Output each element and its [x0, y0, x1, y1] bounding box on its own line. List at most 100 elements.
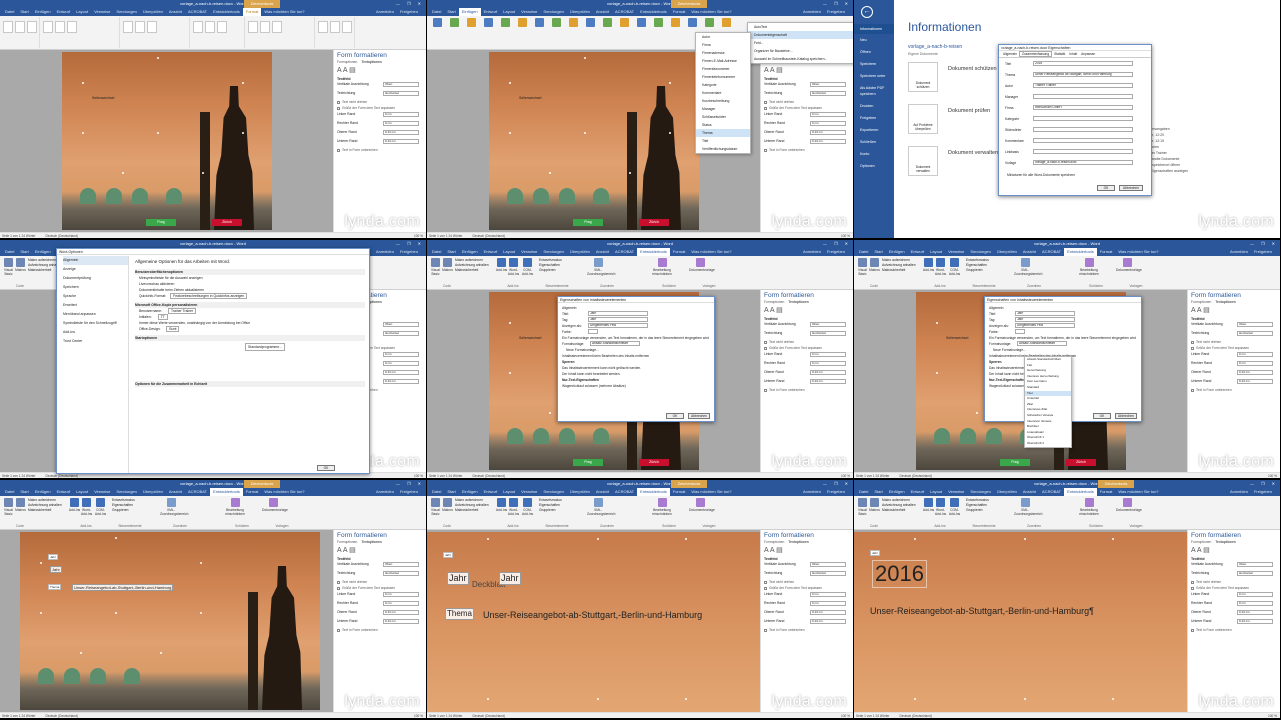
tab-layout[interactable]: Layout: [73, 8, 91, 16]
selection-handle[interactable]: [1024, 538, 1026, 540]
tab-start[interactable]: Start: [17, 488, 31, 496]
selection-handle[interactable]: [509, 372, 511, 374]
format-row-value[interactable]: Horizontal: [383, 331, 419, 336]
tab-ansicht[interactable]: Ansicht: [1020, 248, 1039, 256]
ribbon-button[interactable]: [27, 21, 37, 33]
ribbon-button[interactable]: [15, 21, 25, 33]
tab-ansicht[interactable]: Ansicht: [593, 248, 612, 256]
tab-start[interactable]: Start: [17, 8, 31, 16]
options-nav-item[interactable]: Sprache: [63, 292, 128, 301]
tab-acrobat[interactable]: ACROBAT: [612, 248, 637, 256]
checkbox-box[interactable]: [337, 580, 340, 584]
tab-text-options[interactable]: Textoptionen: [361, 540, 381, 544]
format-row-value[interactable]: 0 cm: [1237, 352, 1273, 357]
ribbon-button-bearbeitung-einschr-nken[interactable]: Bearbeitung einschränken: [651, 258, 673, 278]
tab-format[interactable]: Format: [670, 8, 689, 16]
ribbon-button[interactable]: [482, 18, 494, 38]
tab-text-options[interactable]: Textoptionen: [1215, 540, 1235, 544]
format-checkbox[interactable]: Text in Form umbrechen: [337, 147, 426, 153]
format-row-value[interactable]: 0,13 cm: [810, 610, 846, 615]
tab-ansicht[interactable]: Ansicht: [166, 8, 185, 16]
language-indicator[interactable]: Deutsch (Deutschland): [473, 714, 505, 718]
cc-thema-tag[interactable]: Thema: [445, 608, 474, 620]
word-count[interactable]: Seite 1 von 1 24 Wörter: [429, 714, 463, 718]
control-gruppieren[interactable]: Gruppieren: [966, 268, 1010, 273]
selection-handle[interactable]: [200, 562, 202, 564]
tab-entwicklertools[interactable]: Entwicklertools: [210, 8, 243, 16]
language-indicator[interactable]: Deutsch (Deutschland): [46, 714, 78, 718]
prop-field[interactable]: [1033, 138, 1133, 143]
tab-datei[interactable]: Datei: [429, 8, 444, 16]
ok-button[interactable]: OK: [1093, 413, 1111, 419]
quickparts-item[interactable]: Dokumenteigenschaft: [748, 31, 853, 39]
format-row-value[interactable]: 0,13 cm: [383, 379, 419, 384]
format-checkbox[interactable]: Text in Form umbrechen: [764, 147, 853, 153]
format-row-value[interactable]: 0 cm: [383, 592, 419, 597]
tab-entwicklertools[interactable]: Entwicklertools: [637, 248, 670, 256]
tab-sendungen[interactable]: Sendungen: [540, 488, 566, 496]
cancel-button[interactable]: Abbrechen: [688, 413, 710, 419]
zoom-level[interactable]: 100 %: [1268, 713, 1277, 718]
nav-item[interactable]: Konto: [854, 148, 894, 160]
default-programs-button[interactable]: Standardprogramme...: [245, 343, 285, 351]
language-indicator[interactable]: Deutsch (Deutschland): [46, 474, 78, 478]
share-button[interactable]: Freigeben: [824, 488, 848, 496]
window-controls[interactable]: — ❐ ✕: [396, 240, 424, 248]
format-row-value[interactable]: Horizontal: [810, 331, 846, 336]
ribbon-button[interactable]: [567, 18, 579, 38]
format-row-value[interactable]: Oben: [1237, 322, 1273, 327]
selection-handle[interactable]: [115, 612, 117, 614]
dialog-tab[interactable]: Anpassen: [1079, 52, 1097, 56]
format-row-value[interactable]: Oben: [383, 322, 419, 327]
doc-property-item[interactable]: Firma: [696, 41, 750, 49]
ok-button[interactable]: OK: [666, 413, 684, 419]
nav-item[interactable]: Optionen: [854, 160, 894, 172]
ribbon-button[interactable]: [43, 21, 53, 33]
year-value[interactable]: 2016: [872, 560, 927, 588]
format-row-value[interactable]: Horizontal: [810, 91, 846, 96]
format-checkbox[interactable]: Text in Form umbrechen: [764, 387, 853, 393]
ribbon-button[interactable]: [550, 18, 562, 38]
options-nav-item[interactable]: Speichern: [63, 283, 128, 292]
ribbon-button-dokumentvorlage[interactable]: Dokumentvorlage: [1116, 498, 1142, 518]
tab-datei[interactable]: Datei: [429, 248, 444, 256]
nav-item[interactable]: Speichern unter: [854, 70, 894, 82]
options-nav-item[interactable]: Anzeige: [63, 265, 128, 274]
ribbon-button-dokumentvorlage[interactable]: Dokumentvorlage: [1116, 258, 1142, 278]
tab-datei[interactable]: Datei: [2, 8, 17, 16]
dialog-tab[interactable]: Allgemein: [1001, 52, 1019, 56]
ribbon-button-dokumentvorlage[interactable]: Dokumentvorlage: [689, 258, 715, 278]
signin-share[interactable]: Anmelden Freigeben: [797, 8, 851, 16]
tab-einfügen[interactable]: Einfügen: [32, 488, 54, 496]
cc-thema-text[interactable]: Unser-Reiseangebot-ab-Stuttgart,-Berlin-…: [483, 610, 702, 620]
ribbon-button[interactable]: [272, 21, 282, 33]
share-button[interactable]: Freigeben: [1251, 248, 1275, 256]
share-button[interactable]: Freigeben: [824, 8, 848, 16]
selection-handle[interactable]: [669, 82, 671, 84]
tab-start[interactable]: Start: [444, 8, 458, 16]
ribbon-button[interactable]: [193, 21, 203, 33]
tab-einfügen[interactable]: Einfügen: [32, 248, 54, 256]
ok-button[interactable]: OK: [317, 465, 335, 471]
preview-checkbox[interactable]: Miniaturen für alle Word-Dokumente speic…: [1007, 173, 1075, 177]
format-row-value[interactable]: Oben: [383, 562, 419, 567]
word-count[interactable]: Seite 1 von 1 24 Wörter: [429, 474, 463, 478]
selection-handle[interactable]: [549, 172, 551, 174]
checkbox-box[interactable]: [764, 580, 767, 584]
checkbox-box[interactable]: [1191, 628, 1194, 632]
tab-entwicklertools[interactable]: Entwicklertools: [637, 488, 670, 496]
tab-sendungen[interactable]: Sendungen: [967, 248, 993, 256]
word-count[interactable]: Seite 1 von 1 24 Wörter: [429, 234, 463, 238]
tab-entwurf[interactable]: Entwurf: [908, 248, 928, 256]
ribbon-button[interactable]: [448, 18, 460, 38]
nav-item[interactable]: Freigeben: [854, 112, 894, 124]
tab-einfügen[interactable]: Einfügen: [886, 488, 908, 496]
ribbon-button[interactable]: [67, 21, 77, 33]
format-row-value[interactable]: 0,13 cm: [383, 139, 419, 144]
window-controls[interactable]: — ❐ ✕: [396, 480, 424, 488]
tab-layout[interactable]: Layout: [927, 248, 945, 256]
options-nav-item[interactable]: Menüband anpassen: [63, 310, 128, 319]
prop-field[interactable]: 2016: [1033, 61, 1133, 66]
format-row-value[interactable]: Oben: [810, 322, 846, 327]
ribbon-button-makros[interactable]: Makros: [441, 498, 454, 518]
